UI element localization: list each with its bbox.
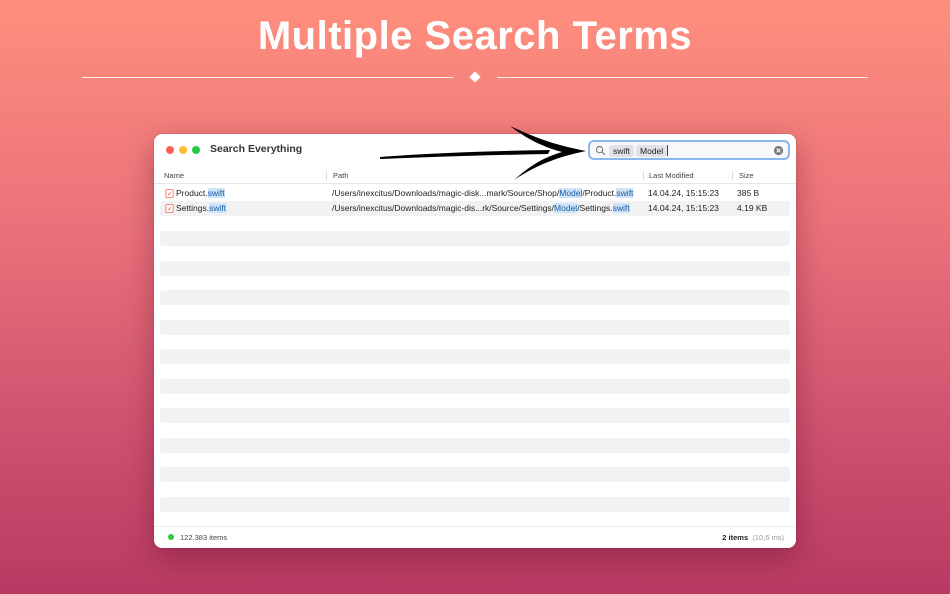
column-header-path[interactable]: Path (333, 171, 348, 180)
search-timing: (10,6 ms) (752, 533, 784, 542)
match-highlight: swift (612, 203, 630, 213)
path-cell: /Users/inexcitus/Downloads/magic-disk...… (332, 188, 634, 198)
path-text: /Product. (582, 188, 617, 198)
file-name-cell: Product.swift (176, 188, 225, 198)
search-token[interactable]: swift (609, 145, 634, 157)
empty-row (160, 290, 790, 305)
result-summary: 2 items (10,6 ms) (722, 533, 784, 542)
index-status-icon (168, 534, 174, 540)
empty-row (160, 379, 790, 394)
size-cell: 385 B (737, 188, 760, 198)
column-header-size[interactable]: Size (739, 171, 754, 180)
search-token[interactable]: Model (636, 145, 668, 157)
last-modified-cell: 14.04.24, 15:15:23 (648, 203, 719, 213)
empty-row (160, 261, 790, 276)
empty-row (160, 231, 790, 246)
table-row[interactable]: Product.swift /Users/inexcitus/Downloads… (160, 186, 790, 201)
path-text: /Settings. (577, 203, 613, 213)
status-bar: 122.383 items 2 items (10,6 ms) (154, 526, 796, 548)
window-title: Search Everything (210, 143, 303, 155)
match-highlight: swift (209, 203, 227, 213)
match-highlight: swift (207, 188, 225, 198)
result-count: 2 items (722, 533, 749, 542)
file-name-cell: Settings.swift (176, 203, 227, 213)
column-resize-handle[interactable] (326, 171, 327, 180)
column-header-name[interactable]: Name (164, 171, 184, 180)
swift-file-icon (165, 189, 174, 198)
column-resize-handle[interactable] (643, 171, 644, 180)
close-window-button[interactable] (166, 146, 174, 154)
path-text: /Users/inexcitus/Downloads/magic-dis...r… (332, 203, 555, 213)
empty-row (160, 467, 790, 482)
empty-row (160, 497, 790, 512)
search-input[interactable]: swift Model (588, 140, 790, 160)
empty-row (160, 349, 790, 364)
match-highlight: swift (616, 188, 634, 198)
app-window: Search Everything swift Model Name Path … (154, 134, 796, 548)
path-cell: /Users/inexcitus/Downloads/magic-dis...r… (332, 203, 630, 213)
empty-row (160, 438, 790, 453)
size-cell: 4.19 KB (737, 203, 768, 213)
file-name-text: Product. (176, 188, 208, 198)
clear-search-icon[interactable] (773, 145, 784, 156)
column-header-last-modified[interactable]: Last Modified (649, 171, 694, 180)
search-icon (595, 145, 606, 156)
table-row[interactable]: Settings.swift /Users/inexcitus/Download… (160, 201, 790, 216)
zoom-window-button[interactable] (192, 146, 200, 154)
match-highlight: Model (559, 188, 583, 198)
column-resize-handle[interactable] (732, 171, 733, 180)
file-name-text: Settings. (176, 203, 210, 213)
swift-file-icon (165, 204, 174, 213)
hero-diamond-icon (469, 71, 481, 83)
annotation-arrow-icon (380, 126, 586, 180)
hero-divider-left (82, 77, 453, 78)
empty-row (160, 320, 790, 335)
hero-title: Multiple Search Terms (257, 14, 693, 58)
match-highlight: Model (554, 203, 578, 213)
empty-row (160, 408, 790, 423)
text-caret (667, 145, 668, 156)
results-table: Product.swift /Users/inexcitus/Downloads… (160, 186, 790, 526)
indexed-count: 122.383 items (180, 533, 228, 542)
minimize-window-button[interactable] (179, 146, 187, 154)
last-modified-cell: 14.04.24, 15:15:23 (648, 188, 719, 198)
path-text: /Users/inexcitus/Downloads/magic-disk...… (332, 188, 560, 198)
hero-divider-right (497, 77, 868, 78)
